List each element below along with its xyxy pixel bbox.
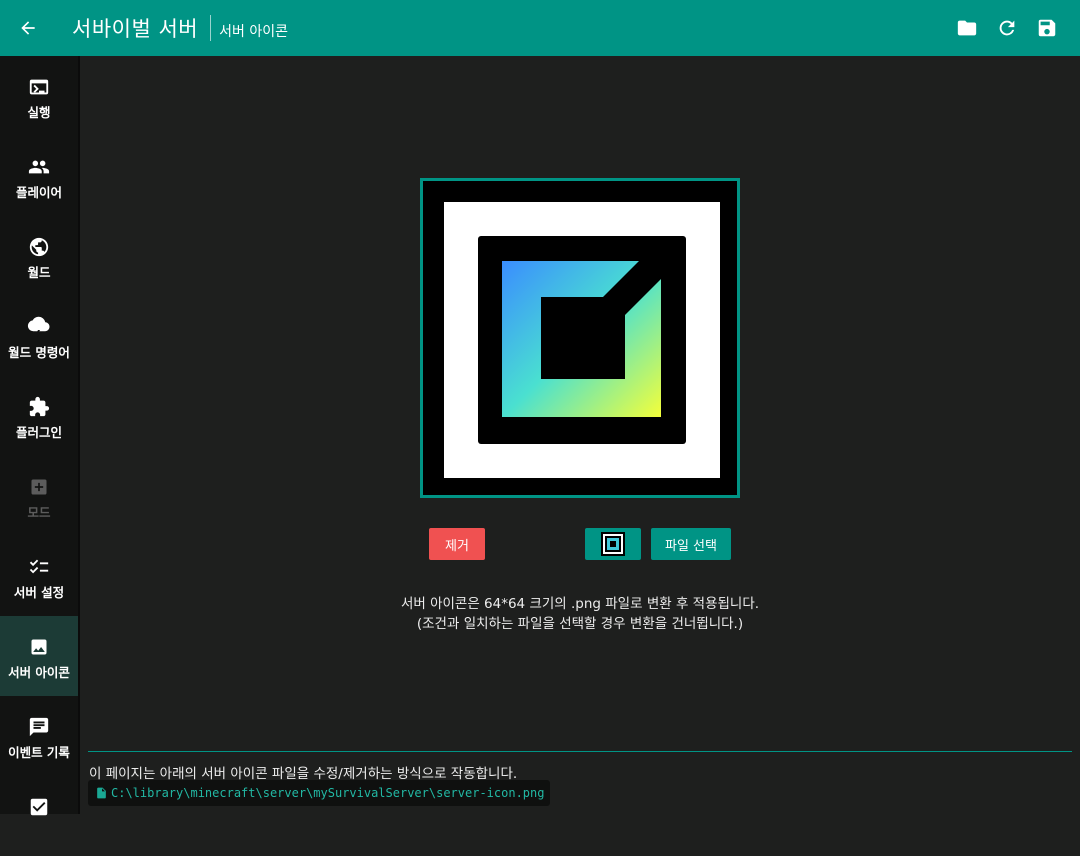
sidebar-item-players[interactable]: 플레이어 [0, 136, 78, 216]
file-path: C:\library\minecraft\server\mySurvivalSe… [111, 786, 545, 800]
sidebar-item-server-icon[interactable]: 서버 아이콘 [0, 616, 78, 696]
globe-icon [29, 237, 49, 257]
page-subtitle: 서버 아이콘 [219, 24, 288, 40]
plus-box-icon [31, 479, 47, 495]
sidebar-item-world-commands[interactable]: 월드 명령어 [0, 296, 78, 376]
server-icon-thumbnail [601, 532, 625, 556]
sidebar-item-server-settings[interactable]: 서버 설정 [0, 536, 78, 616]
sidebar-item-world[interactable]: 월드 [0, 216, 78, 296]
sidebar-item-label: 서버 아이콘 [8, 665, 70, 680]
title-divider [210, 15, 212, 41]
app-bar: 서바이벌 서버 서버 아이콘 [0, 0, 1080, 56]
page-title: 서바이벌 서버 [72, 17, 199, 41]
puzzle-icon [29, 396, 50, 417]
checkbox-icon [30, 798, 48, 816]
choose-file-button[interactable]: 파일 선택 [651, 528, 731, 560]
refresh-icon [999, 20, 1015, 36]
sidebar-item-label: 모드 [27, 505, 51, 520]
checklist-icon [29, 559, 49, 574]
sidebar-item-run[interactable]: 실행 [0, 56, 78, 136]
save-icon [1038, 19, 1056, 37]
server-icon-image [502, 261, 661, 417]
sidebar-item-event-log[interactable]: 이벤트 기록 [0, 696, 78, 776]
sidebar-item-label: 월드 명령어 [8, 345, 70, 360]
sidebar-item-label: 이벤트 기록 [8, 745, 70, 760]
icon-thumbnail-button[interactable] [585, 528, 641, 560]
file-path-box: C:\library\minecraft\server\mySurvivalSe… [88, 780, 551, 806]
chat-icon [29, 717, 49, 737]
refresh-button[interactable] [996, 17, 1018, 39]
sidebar-item-label: 플레이어 [15, 185, 62, 200]
sidebar-item-mods: 모드 [0, 456, 78, 536]
sidebar-item-plugins[interactable]: 플러그인 [0, 376, 78, 456]
server-icon-preview [420, 178, 740, 498]
footer-note: 이 페이지는 아래의 서버 아이콘 파일을 수정/제거하는 방식으로 작동합니다… [89, 766, 518, 782]
sidebar: 실행 플레이어 월드 월드 명령어 플러그인 모드 서버 설정 서버 아이콘 이… [0, 56, 80, 816]
sidebar-item-label: 월드 [27, 265, 51, 280]
file-icon [97, 787, 106, 799]
arrow-left-icon [21, 21, 35, 35]
open-folder-button[interactable] [956, 17, 978, 39]
remove-button[interactable]: 제거 [429, 528, 485, 560]
terminal-icon [29, 79, 49, 95]
people-icon [28, 160, 50, 174]
footer-divider [88, 751, 1072, 752]
storm-cloud-icon [27, 316, 50, 338]
sidebar-item-label: 서버 설정 [13, 585, 65, 600]
back-button[interactable] [0, 0, 56, 56]
info-text-line2: (조건과 일치하는 파일을 선택할 경우 변환을 건너뜁니다.) [416, 616, 744, 632]
info-text-line1: 서버 아이콘은 64*64 크기의 .png 파일로 변환 후 적용됩니다. [400, 596, 760, 612]
folder-icon [957, 20, 977, 36]
save-button[interactable] [1036, 17, 1058, 39]
sidebar-item-label: 플러그인 [15, 425, 62, 440]
image-icon [31, 639, 47, 655]
sidebar-item-label: 실행 [27, 105, 51, 120]
sidebar-item-more[interactable] [0, 776, 78, 856]
